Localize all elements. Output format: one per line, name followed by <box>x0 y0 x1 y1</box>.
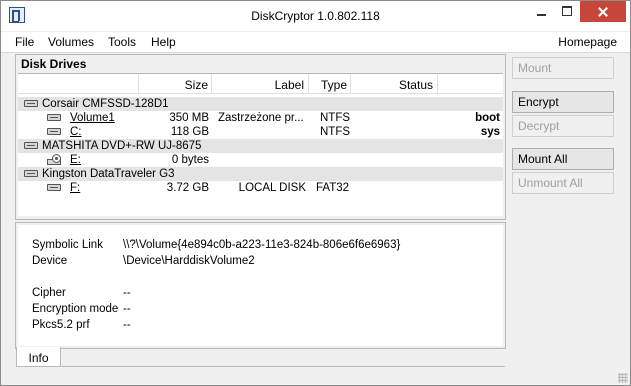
pkcs-value: -- <box>123 319 131 331</box>
volume-size: 118 GB <box>170 126 209 138</box>
menu-file[interactable]: File <box>15 35 34 49</box>
disk-drives-title: Disk Drives <box>21 57 87 71</box>
cipher-label: Cipher <box>32 287 66 299</box>
volume-label: LOCAL DISK <box>238 182 306 194</box>
volume-row-c[interactable]: C: 118 GB NTFS sys <box>18 125 503 139</box>
tab-strip-line <box>61 366 505 367</box>
drive-list[interactable]: Size Label Type Status Corsair CMFSSD-12… <box>18 73 503 216</box>
disk-row-corsair[interactable]: Corsair CMFSSD-128D1 <box>18 97 503 111</box>
menu-bar: File Volumes Tools Help Homepage <box>1 32 630 53</box>
column-header-name[interactable] <box>18 74 139 93</box>
hard-disk-icon <box>24 170 38 177</box>
volume-type: FAT32 <box>316 182 350 194</box>
disk-row-matshita[interactable]: MATSHITA DVD+-RW UJ-8675 <box>18 139 503 153</box>
resize-grip[interactable] <box>618 373 628 383</box>
disk-row-kingston[interactable]: Kingston DataTraveler G3 <box>18 167 503 181</box>
volume-row-f[interactable]: F: 3.72 GB LOCAL DISK FAT32 <box>18 181 503 195</box>
hard-disk-icon <box>24 142 38 149</box>
column-header-status[interactable]: Status <box>351 74 438 93</box>
menu-volumes[interactable]: Volumes <box>48 35 94 49</box>
volume-icon <box>47 184 61 191</box>
decrypt-button[interactable]: Decrypt <box>512 115 614 137</box>
volume-icon <box>47 128 61 135</box>
disk-name: MATSHITA DVD+-RW UJ-8675 <box>42 140 202 152</box>
volume-type: NTFS <box>320 126 351 138</box>
volume-flag: sys <box>480 126 500 138</box>
volume-size: 3.72 GB <box>166 182 209 194</box>
symbolic-link-label: Symbolic Link <box>32 239 103 251</box>
device-label: Device <box>32 255 68 267</box>
disk-name: Corsair CMFSSD-128D1 <box>42 98 169 110</box>
encryption-mode-value: -- <box>123 303 131 315</box>
close-button[interactable] <box>580 1 626 22</box>
disk-drives-group: Disk Drives Size Label Type Status Corsa… <box>15 54 506 220</box>
list-header: Size Label Type Status <box>18 74 503 94</box>
info-content: Symbolic Link \\?\Volume{4e894c0b-a223-1… <box>18 225 503 346</box>
mount-button[interactable]: Mount <box>512 57 614 79</box>
volume-row-e[interactable]: E: 0 bytes <box>18 153 503 167</box>
volume-icon <box>47 114 61 121</box>
column-header-label[interactable]: Label <box>212 74 309 93</box>
pkcs-label: Pkcs5.2 prf <box>32 319 90 331</box>
volume-row-volume1[interactable]: Volume1 350 MB Zastrzeżone pr... NTFS bo… <box>18 111 503 125</box>
main-window: DiskCryptor 1.0.802.118 File Volumes Too… <box>0 0 631 386</box>
maximize-button[interactable] <box>554 1 580 22</box>
cipher-value: -- <box>123 287 131 299</box>
homepage-link[interactable]: Homepage <box>558 35 617 49</box>
volume-size: 0 bytes <box>171 154 209 166</box>
column-header-size[interactable]: Size <box>139 74 212 93</box>
volume-flag: boot <box>475 112 500 124</box>
disk-name: Kingston DataTraveler G3 <box>42 168 175 180</box>
unmount-all-button[interactable]: Unmount All <box>512 172 614 194</box>
device-value: \Device\HarddiskVolume2 <box>123 255 255 267</box>
symbolic-link-value: \\?\Volume{4e894c0b-a223-11e3-824b-806e6… <box>123 239 401 251</box>
encryption-mode-label: Encryption mode <box>32 303 119 315</box>
mount-all-button[interactable]: Mount All <box>512 148 614 170</box>
minimize-button[interactable] <box>528 1 554 22</box>
hard-disk-icon <box>24 100 38 107</box>
column-header-type[interactable]: Type <box>309 74 351 93</box>
title-bar[interactable]: DiskCryptor 1.0.802.118 <box>1 1 630 31</box>
encrypt-button[interactable]: Encrypt <box>512 91 614 113</box>
menu-help[interactable]: Help <box>151 35 176 49</box>
column-header-blank <box>438 74 503 93</box>
volume-type: NTFS <box>320 112 351 124</box>
info-panel: Symbolic Link \\?\Volume{4e894c0b-a223-1… <box>15 222 506 349</box>
volume-size: 350 MB <box>169 112 209 124</box>
tab-info[interactable]: Info <box>16 347 61 367</box>
menu-tools[interactable]: Tools <box>108 35 136 49</box>
optical-drive-icon <box>47 154 63 166</box>
volume-label: Zastrzeżone pr... <box>218 112 304 124</box>
